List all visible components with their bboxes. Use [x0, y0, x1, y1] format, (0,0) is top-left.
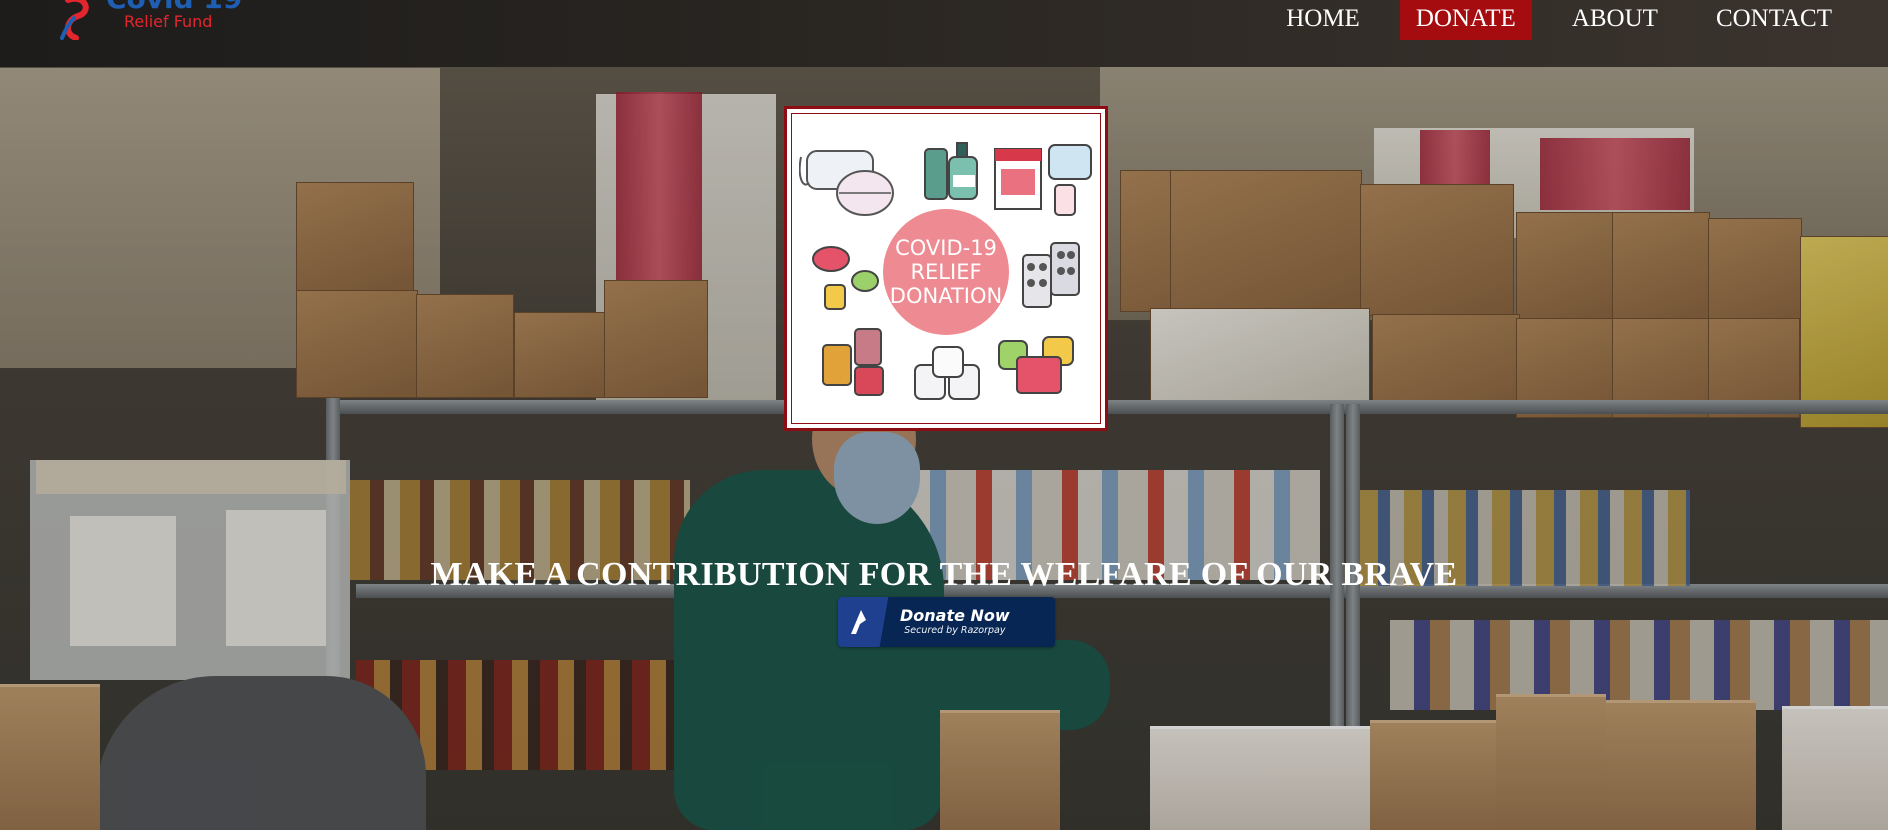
nav-home[interactable]: HOME — [1268, 0, 1378, 40]
donate-button-subtitle: Secured by Razorpay — [904, 625, 1006, 636]
donate-now-button[interactable]: Donate Now Secured by Razorpay — [838, 597, 1055, 647]
site-logo[interactable]: Covid 19 Relief Fund — [56, 0, 242, 44]
nav-donate[interactable]: DONATE — [1399, 0, 1532, 40]
relief-donation-poster: COVID-19 RELIEF DONATION — [784, 106, 1108, 431]
hero-headline: MAKE A CONTRIBUTION FOR THE WELFARE OF O… — [430, 556, 1458, 593]
poster-line-3: DONATION — [889, 284, 1003, 308]
ribbon-logo-icon — [60, 0, 89, 40]
nav-about[interactable]: ABOUT — [1554, 0, 1676, 40]
sanitizer-bottle-icon — [924, 142, 978, 200]
relief-donation-circle: COVID-19 RELIEF DONATION — [883, 209, 1009, 335]
toilet-paper-icon — [914, 346, 980, 400]
nav-contact[interactable]: CONTACT — [1698, 0, 1850, 40]
medicine-box-icon — [994, 144, 1092, 216]
site-header: Covid 19 Relief Fund HOME DONATE ABOUT C… — [0, 0, 1888, 67]
logo-subtitle: Relief Fund — [124, 12, 213, 31]
soap-icon — [812, 246, 879, 310]
main-nav: HOME DONATE ABOUT CONTACT — [1268, 0, 1888, 40]
poster-line-2: RELIEF — [910, 260, 982, 284]
donate-button-label: Donate Now — [900, 606, 1010, 625]
poster-line-1: COVID-19 — [895, 236, 997, 260]
pill-blister-icon — [1022, 242, 1080, 308]
razorpay-logo-icon — [838, 597, 878, 647]
canned-food-icon — [822, 328, 884, 396]
snacks-icon — [998, 336, 1074, 394]
donate-button-text: Donate Now Secured by Razorpay — [900, 607, 1010, 637]
face-mask-icon — [799, 150, 894, 216]
